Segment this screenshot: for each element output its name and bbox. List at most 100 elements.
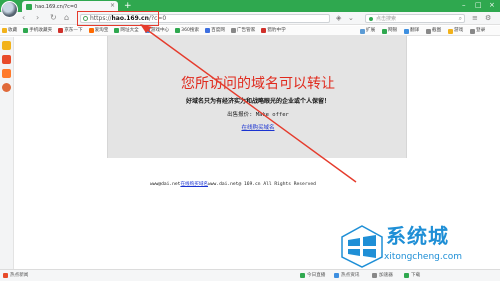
bookmark-favicon-icon	[144, 28, 150, 33]
extension-label: 翻译	[410, 28, 420, 33]
bookmark-favicon-icon	[175, 28, 181, 33]
toolbar-extension-item[interactable]: 网银	[382, 28, 397, 34]
watermark-name: 系统城	[386, 224, 449, 248]
hot-news-icon	[334, 273, 339, 278]
toolbar-extension-item[interactable]: 登录	[470, 28, 485, 34]
search-icon[interactable]: ⌕	[459, 15, 462, 23]
bookmark-item[interactable]: 百度网	[205, 28, 225, 34]
extension-icon	[404, 28, 409, 34]
live-icon	[300, 273, 305, 278]
new-tab-button[interactable]: +	[124, 1, 132, 11]
bookmark-label: 猎豹中学	[267, 27, 286, 33]
favorites-star-icon[interactable]	[2, 41, 11, 50]
status-left-label: 热点新闻	[10, 273, 29, 278]
refresh-icon[interactable]: ↻	[50, 13, 57, 23]
bookmark-label: 游戏中心	[150, 27, 170, 33]
status-item-download[interactable]: 下载	[404, 272, 420, 279]
bookmark-item[interactable]: 京东—下	[58, 27, 83, 34]
extension-icon	[448, 28, 453, 34]
footer-buy-link[interactable]: 在线购买域名	[180, 182, 208, 187]
bookmark-favicon-icon	[114, 28, 120, 33]
bookmark-label: 360搜索	[181, 27, 200, 33]
extension-label: 登录	[476, 28, 486, 33]
footer-prefix: www@dai.net	[150, 182, 181, 187]
bookmark-item[interactable]: 广告管家	[230, 27, 256, 34]
bookmark-favicon-icon	[205, 28, 211, 33]
search-engine-icon[interactable]	[369, 17, 373, 21]
bookmark-label: 京东—下	[64, 27, 83, 33]
buy-domain-link[interactable]: 在线购买域名	[108, 124, 408, 132]
bookmark-item[interactable]: 猎豹中学	[261, 27, 286, 34]
footer-copyright: www.dai.net@ 169.cn All Rights Reserved	[208, 182, 316, 187]
toolbar-extension-item[interactable]: 截图	[426, 28, 441, 34]
bookmark-favicon-icon	[261, 28, 267, 33]
offer-text: 出售报价: Make offer	[227, 112, 289, 118]
bookmark-item[interactable]: 爱淘宝	[88, 28, 108, 34]
bookmark-label: 广告管家	[236, 27, 256, 33]
status-item-live[interactable]: 今日直播	[300, 272, 325, 279]
bookmark-label: 收藏	[8, 27, 18, 33]
bookmark-label: 手机收藏夹	[29, 27, 53, 33]
toolbar-extension-item[interactable]: 扩展	[360, 28, 375, 34]
watermark-logo-icon	[341, 225, 383, 268]
close-window-icon[interactable]: ×	[489, 1, 495, 10]
toolbar-extension-item[interactable]: 游戏	[448, 28, 463, 34]
security-shield-icon[interactable]: ◈	[336, 14, 341, 23]
extension-icon	[382, 28, 387, 34]
status-item-hot[interactable]: 热点资讯	[334, 272, 359, 279]
parked-domain-panel: 您所访问的域名可以转让 好域名只为有经济实力和战略眼光的企业或个人保留！ 出售报…	[107, 36, 407, 158]
bookmark-favicon-icon	[88, 28, 94, 33]
bookmark-label: 网址大全	[120, 27, 139, 33]
watermark-url: xitongcheng.com	[384, 252, 462, 262]
bookmark-item[interactable]: 360搜索	[175, 28, 199, 34]
extension-icon	[360, 28, 365, 34]
game-center-icon[interactable]	[2, 83, 11, 92]
bookmark-favicon-icon	[58, 28, 64, 33]
bookmark-label: 百度网	[211, 27, 225, 33]
status-item-accelerator[interactable]: 加速器	[372, 272, 393, 279]
page-subtitle: 好域名只为有经济实力和战略眼光的企业或个人保留！	[185, 98, 330, 105]
bookmark-item[interactable]: 收藏	[2, 28, 17, 34]
status-news[interactable]: 热点新闻	[3, 272, 28, 279]
bookmark-favicon-icon	[230, 28, 236, 33]
menu-icon[interactable]: ≡	[472, 14, 478, 23]
home-icon[interactable]: ⌂	[64, 13, 69, 23]
watermark: 系统城 xitongcheng.com	[338, 222, 498, 272]
extension-label: 网银	[388, 28, 398, 33]
accelerator-icon	[372, 273, 377, 278]
tab-title: hao.169.cn/?c=0	[35, 3, 78, 10]
bookmark-favicon-icon	[23, 28, 29, 33]
browser-title-bar: hao.169.cn/?c=0 × + – □ ×	[0, 0, 500, 12]
toolbar-extension-item[interactable]: 翻译	[404, 28, 419, 34]
search-input[interactable]: 点击搜索	[376, 15, 396, 23]
minimize-icon[interactable]: –	[462, 1, 466, 10]
forward-icon[interactable]: ›	[36, 13, 39, 23]
bookmark-item[interactable]: 游戏中心	[144, 27, 170, 34]
navigation-bar: ‹ › ↻ ⌂ https://hao.169.cn/?c=0 ◈ ⌄ 点击搜索…	[0, 12, 500, 25]
page-title: 您所访问的域名可以转让	[181, 76, 335, 92]
status-item-label: 今日直播	[307, 273, 326, 278]
extension-label: 游戏	[454, 28, 464, 33]
search-box[interactable]: 点击搜索 ⌕	[365, 14, 465, 23]
download-icon	[404, 273, 409, 278]
left-sidebar	[0, 37, 14, 269]
weibo-icon[interactable]	[2, 55, 11, 64]
status-item-label: 下载	[411, 273, 421, 278]
tab-close-icon[interactable]: ×	[110, 3, 115, 9]
extension-icon	[470, 28, 475, 34]
bookmark-favicon-icon	[2, 28, 7, 33]
settings-gear-icon[interactable]: ⚙	[485, 14, 491, 23]
extension-icon	[426, 28, 431, 34]
extension-label: 截图	[432, 28, 442, 33]
page-footer: www@dai.net在线购买域名www.dai.net@ 169.cn All…	[150, 181, 390, 188]
bookmarks-bar: 收藏 手机收藏夹 京东—下 爱淘宝 网址大全 游戏中心 360搜索 百度网 广告管家 猎豹中学 扩展…	[0, 26, 500, 36]
back-icon[interactable]: ‹	[22, 13, 25, 23]
maximize-icon[interactable]: □	[475, 1, 482, 10]
extension-label: 扩展	[366, 28, 376, 33]
user-avatar[interactable]	[1, 1, 18, 18]
bookmark-item[interactable]: 手机收藏夹	[23, 28, 52, 34]
dropdown-chevron-icon[interactable]: ⌄	[348, 14, 354, 23]
bookmark-item[interactable]: 网址大全	[114, 27, 139, 34]
taobao-icon[interactable]	[2, 69, 11, 78]
status-item-label: 加速器	[379, 273, 393, 278]
